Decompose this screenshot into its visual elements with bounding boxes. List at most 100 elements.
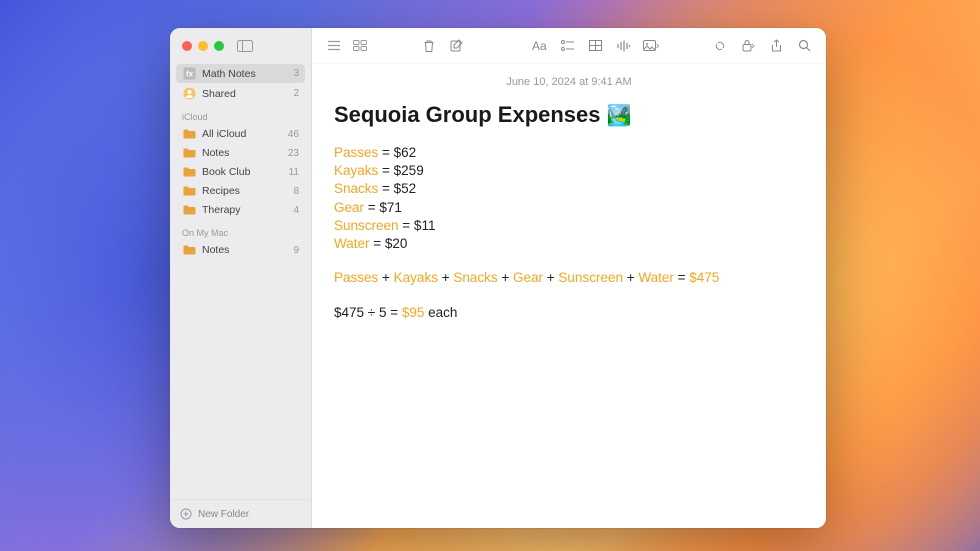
variable-name: Gear [513, 270, 543, 285]
titlebar-left [170, 28, 311, 64]
math-icon: fx [182, 67, 196, 80]
sidebar-toggle-icon[interactable] [237, 40, 253, 52]
table-button[interactable] [583, 35, 607, 57]
variable-name: Passes [334, 145, 378, 160]
new-note-button[interactable] [445, 35, 469, 57]
variable-name: Water [334, 236, 370, 251]
folder-icon [182, 148, 196, 158]
expense-line: Snacks = $52 [334, 180, 804, 198]
sidebar-item-count: 8 [293, 186, 299, 197]
format-icon: Aa [532, 39, 547, 53]
maximize-button[interactable] [214, 41, 224, 51]
audio-icon [617, 40, 630, 52]
new-folder-label: New Folder [198, 509, 249, 520]
sidebar-item-shared[interactable]: Shared 2 [176, 84, 305, 103]
sidebar-item-label: Book Club [202, 166, 283, 178]
variable-name: Kayaks [334, 163, 378, 178]
gallery-view-button[interactable] [348, 35, 372, 57]
sidebar-item-label: Recipes [202, 185, 287, 197]
expense-line: Gear = $71 [334, 199, 804, 217]
shared-icon [182, 87, 196, 100]
delete-button[interactable] [417, 35, 441, 57]
compose-icon [450, 39, 463, 52]
expense-line: Kayaks = $259 [334, 162, 804, 180]
svg-text:fx: fx [185, 70, 193, 79]
sidebar-item-therapy[interactable]: Therapy 4 [176, 201, 305, 219]
share-icon [771, 39, 782, 53]
sidebar-item-count: 3 [293, 68, 299, 79]
sidebar-item-label: Math Notes [202, 68, 287, 80]
folder-icon [182, 205, 196, 215]
sidebar-item-count: 23 [288, 148, 299, 159]
media-button[interactable] [639, 35, 663, 57]
variable-name: Snacks [334, 181, 378, 196]
plus-circle-icon [180, 508, 192, 520]
minimize-button[interactable] [198, 41, 208, 51]
sidebar-item-count: 11 [289, 167, 299, 178]
expense-line: Water = $20 [334, 235, 804, 253]
expense-value: = $259 [378, 163, 423, 178]
lock-icon [741, 39, 755, 52]
format-button[interactable]: Aa [527, 35, 551, 57]
variable-name: Snacks [453, 270, 497, 285]
table-icon [589, 40, 602, 51]
sidebar: fxMath Notes3Shared2 iCloudAll iCloud46N… [170, 28, 312, 528]
sidebar-item-label: Shared [202, 88, 287, 100]
search-icon [798, 39, 811, 52]
mountain-emoji: 🏞️ [607, 103, 632, 128]
expense-value: = $20 [370, 236, 408, 251]
notes-window: fxMath Notes3Shared2 iCloudAll iCloud46N… [170, 28, 826, 528]
expense-value: = $71 [364, 200, 402, 215]
note-editor[interactable]: June 10, 2024 at 9:41 AM Sequoia Group E… [312, 64, 826, 528]
sidebar-item-count: 2 [293, 88, 299, 99]
folder-icon [182, 129, 196, 139]
sidebar-item-math-notes[interactable]: fx Math Notes 3 [176, 64, 305, 83]
trash-icon [423, 39, 435, 53]
folder-icon [182, 245, 196, 255]
sum-line: Passes + Kayaks + Snacks + Gear + Sunscr… [334, 269, 804, 287]
sidebar-item-book-club[interactable]: Book Club 11 [176, 163, 305, 181]
sidebar-body: fxMath Notes3Shared2 iCloudAll iCloud46N… [170, 64, 311, 499]
division-result: $95 [402, 305, 425, 320]
sidebar-item-label: Notes [202, 244, 287, 256]
variable-name: Sunscreen [334, 218, 399, 233]
new-folder-button[interactable]: New Folder [170, 499, 311, 528]
expense-line: Sunscreen = $11 [334, 217, 804, 235]
photo-icon [643, 40, 659, 52]
list-view-button[interactable] [322, 35, 346, 57]
sidebar-item-count: 9 [293, 245, 299, 256]
sidebar-item-notes[interactable]: Notes 9 [176, 241, 305, 259]
sidebar-item-label: Therapy [202, 204, 287, 216]
note-body: Passes = $62Kayaks = $259Snacks = $52Gea… [334, 144, 804, 322]
division-line: $475 ÷ 5 = $95 each [334, 304, 804, 322]
expense-line: Passes = $62 [334, 144, 804, 162]
traffic-lights [182, 41, 224, 51]
variable-name: Gear [334, 200, 364, 215]
close-button[interactable] [182, 41, 192, 51]
note-date: June 10, 2024 at 9:41 AM [334, 76, 804, 88]
variable-name: Sunscreen [558, 270, 623, 285]
sidebar-item-label: Notes [202, 147, 282, 159]
checklist-button[interactable] [555, 35, 579, 57]
variable-name: Water [638, 270, 674, 285]
lock-button[interactable] [736, 35, 760, 57]
sidebar-item-count: 46 [288, 129, 299, 140]
view-mode-group [322, 35, 372, 57]
search-button[interactable] [792, 35, 816, 57]
sum-total: $475 [689, 270, 719, 285]
sidebar-item-all-icloud[interactable]: All iCloud 46 [176, 125, 305, 143]
share-button[interactable] [764, 35, 788, 57]
sidebar-item-label: All iCloud [202, 128, 282, 140]
sidebar-item-recipes[interactable]: Recipes 8 [176, 182, 305, 200]
variable-name: Passes [334, 270, 378, 285]
sidebar-item-count: 4 [293, 205, 299, 216]
link-button[interactable] [708, 35, 732, 57]
sidebar-item-notes[interactable]: Notes 23 [176, 144, 305, 162]
expense-value: = $11 [399, 218, 436, 233]
main-pane: Aa [312, 28, 826, 528]
audio-button[interactable] [611, 35, 635, 57]
expense-value: = $52 [378, 181, 416, 196]
variable-name: Kayaks [394, 270, 438, 285]
folder-icon [182, 186, 196, 196]
expense-value: = $62 [378, 145, 416, 160]
